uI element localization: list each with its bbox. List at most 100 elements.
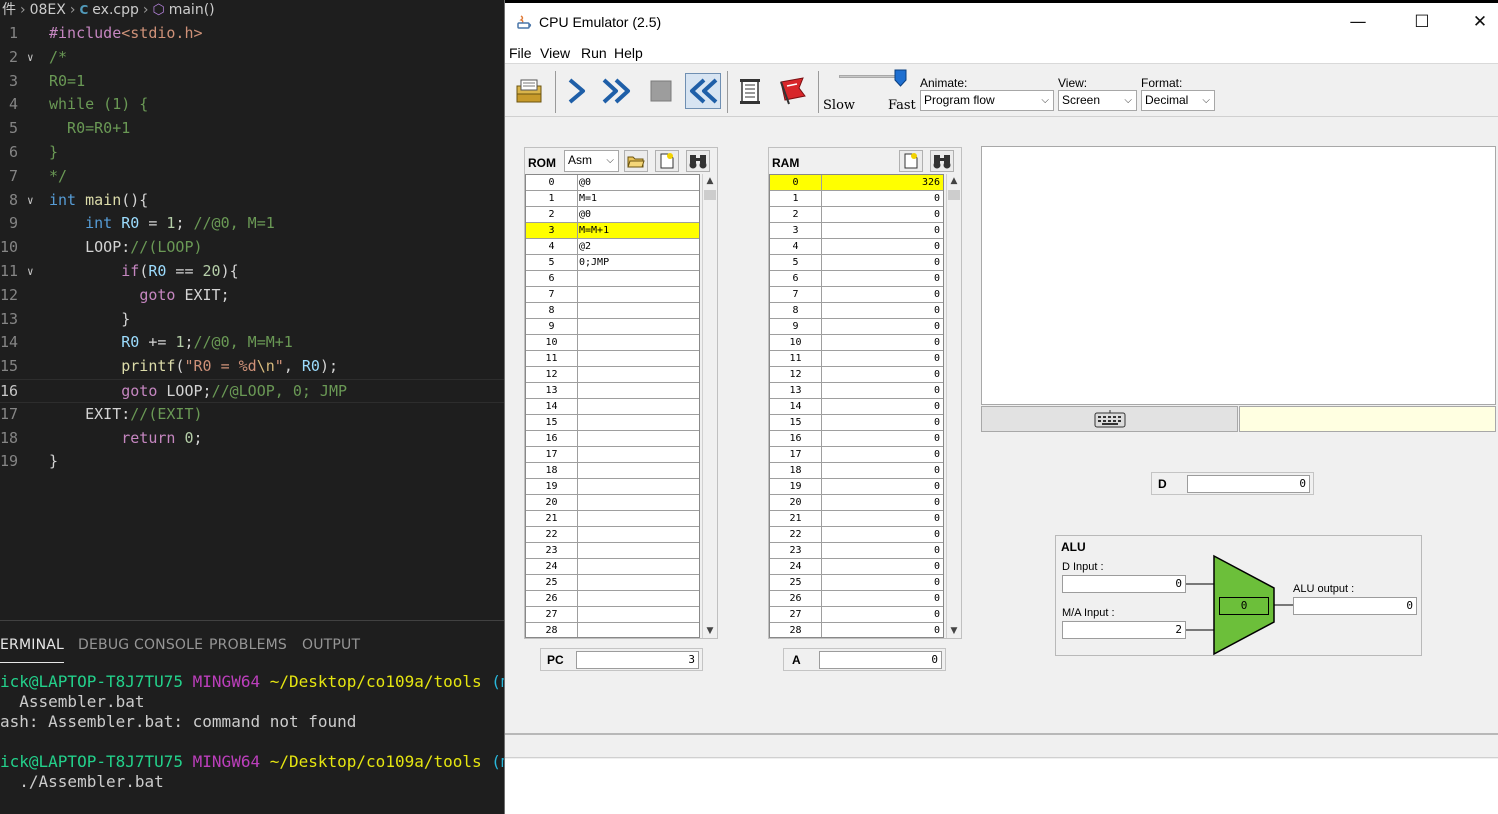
rom-value[interactable] (578, 511, 699, 526)
ram-table[interactable]: 0 326 1 0 2 0 3 0 4 0 5 0 6 0 7 0 8 0 9 0 10 0 11 0 12 0 13 0 14 0 15 0… (769, 174, 944, 638)
rom-row[interactable]: 12 (526, 367, 699, 383)
script-button[interactable] (732, 73, 768, 109)
ram-row[interactable]: 10 (770, 191, 943, 207)
menu-run[interactable]: Run (581, 45, 607, 61)
code-line[interactable]: 6} (0, 141, 504, 165)
rom-value[interactable] (578, 463, 699, 478)
terminal-output[interactable]: ick@LAPTOP-T8J7TU75 MINGW64 ~/Desktop/co… (0, 672, 504, 792)
rom-row[interactable]: 20 (526, 495, 699, 511)
rom-row[interactable]: 25 (526, 575, 699, 591)
rom-value[interactable] (578, 591, 699, 606)
fold-chevron-icon[interactable]: ∨ (27, 46, 34, 70)
rom-value[interactable]: 0;JMP (578, 255, 699, 270)
rom-row[interactable]: 11 (526, 351, 699, 367)
rom-value[interactable] (578, 271, 699, 286)
ram-value[interactable]: 0 (822, 623, 943, 637)
ram-row[interactable]: 11 0 (770, 351, 943, 367)
ram-value[interactable]: 0 (822, 351, 943, 366)
rom-row[interactable]: 19 (526, 479, 699, 495)
code-line[interactable]: 3 R0=1 (0, 70, 504, 94)
maximize-button[interactable]: ☐ (1399, 5, 1445, 41)
rom-row[interactable]: 18 (526, 463, 699, 479)
rom-row[interactable]: 9 (526, 319, 699, 335)
rom-table[interactable]: 0 @0 1 M=1 2 @0 3 M=M+1 4 @2 5 0;JMP 6 7 8 9 10 11 12 13 14 1… (525, 174, 700, 638)
rom-row[interactable]: 7 (526, 287, 699, 303)
ram-value[interactable]: 0 (822, 271, 943, 286)
ram-value[interactable]: 0 (822, 479, 943, 494)
rom-value[interactable] (578, 415, 699, 430)
ram-value[interactable]: 0 (822, 223, 943, 238)
speed-slider-thumb[interactable] (894, 69, 907, 87)
menu-file[interactable]: File (509, 45, 532, 61)
ram-row[interactable]: 15 0 (770, 415, 943, 431)
rom-value[interactable] (578, 447, 699, 462)
a-field[interactable]: 0 (819, 651, 942, 669)
rom-format-select[interactable]: Asm ⌵ (564, 150, 619, 172)
rom-load-button[interactable] (624, 150, 648, 172)
rom-row[interactable]: 21 (526, 511, 699, 527)
breadcrumb-symbol[interactable]: main() (169, 0, 215, 20)
rom-value[interactable]: @0 (578, 207, 699, 222)
rom-row[interactable]: 2 @0 (526, 207, 699, 223)
ram-value[interactable]: 0 (822, 431, 943, 446)
chevron-up-icon[interactable]: ▲ (703, 174, 717, 188)
rom-row[interactable]: 4 @2 (526, 239, 699, 255)
ram-scrollbar[interactable]: ▲ ▼ (946, 174, 960, 638)
rom-row[interactable]: 3 M=M+1 (526, 223, 699, 239)
ram-row[interactable]: 40 (770, 239, 943, 255)
ram-value[interactable]: 0 (822, 559, 943, 574)
ram-row[interactable]: 10 0 (770, 335, 943, 351)
ram-row[interactable]: 19 0 (770, 479, 943, 495)
rom-row[interactable]: 24 (526, 559, 699, 575)
code-line[interactable]: 14 R0 += 1;//@0, M=M+1 (0, 331, 504, 355)
ram-row[interactable]: 27 0 (770, 607, 943, 623)
pc-field[interactable]: 3 (576, 651, 699, 669)
ram-row[interactable]: 24 0 (770, 559, 943, 575)
ram-value[interactable]: 0 (822, 511, 943, 526)
ram-value[interactable]: 0 (822, 367, 943, 382)
ram-row[interactable]: 90 (770, 319, 943, 335)
ram-row[interactable]: 13 0 (770, 383, 943, 399)
breakpoints-button[interactable] (775, 73, 811, 109)
fold-chevron-icon[interactable]: ∨ (27, 260, 34, 284)
ram-value[interactable]: 0 (822, 447, 943, 462)
code-line[interactable]: 2 ∨ /* (0, 46, 504, 70)
rom-value[interactable] (578, 607, 699, 622)
ram-value[interactable]: 0 (822, 415, 943, 430)
rom-row[interactable]: 17 (526, 447, 699, 463)
code-line[interactable]: 16 goto LOOP;//@LOOP, 0; JMP (0, 378, 504, 403)
code-line[interactable]: 7 */ (0, 165, 504, 189)
ram-value[interactable]: 0 (822, 303, 943, 318)
rom-row[interactable]: 23 (526, 543, 699, 559)
run-button[interactable] (600, 73, 636, 109)
ram-row[interactable]: 14 0 (770, 399, 943, 415)
rom-value[interactable] (578, 575, 699, 590)
code-line[interactable]: 10 LOOP://(LOOP) (0, 236, 504, 260)
rom-value[interactable] (578, 351, 699, 366)
rom-row[interactable]: 10 (526, 335, 699, 351)
reset-button[interactable] (685, 73, 721, 109)
chevron-down-icon[interactable]: ▼ (703, 624, 717, 638)
ram-row[interactable]: 22 0 (770, 527, 943, 543)
d-field[interactable]: 0 (1187, 475, 1310, 493)
menu-help[interactable]: Help (614, 45, 643, 61)
rom-clear-button[interactable] (655, 150, 679, 172)
code-line[interactable]: 8 ∨ int main(){ (0, 189, 504, 213)
ram-clear-button[interactable] (899, 150, 923, 172)
rom-row[interactable]: 6 (526, 271, 699, 287)
tab-debug-console[interactable]: DEBUG CONSOLE (78, 637, 203, 653)
rom-scrollbar[interactable]: ▲ ▼ (702, 174, 716, 638)
ram-row[interactable]: 12 0 (770, 367, 943, 383)
rom-row[interactable]: 0 @0 (526, 175, 699, 191)
ram-row[interactable]: 18 0 (770, 463, 943, 479)
rom-value[interactable] (578, 527, 699, 542)
breadcrumb-folder[interactable]: 08EX (30, 0, 66, 20)
code-line[interactable]: 12 goto EXIT; (0, 284, 504, 308)
rom-value[interactable]: M=1 (578, 191, 699, 206)
ram-value[interactable]: 0 (822, 255, 943, 270)
ram-scroll-thumb[interactable] (948, 190, 960, 200)
rom-value[interactable] (578, 319, 699, 334)
ram-row[interactable]: 20 (770, 207, 943, 223)
ram-value[interactable]: 0 (822, 543, 943, 558)
code-line[interactable]: 4 while (1) { (0, 93, 504, 117)
